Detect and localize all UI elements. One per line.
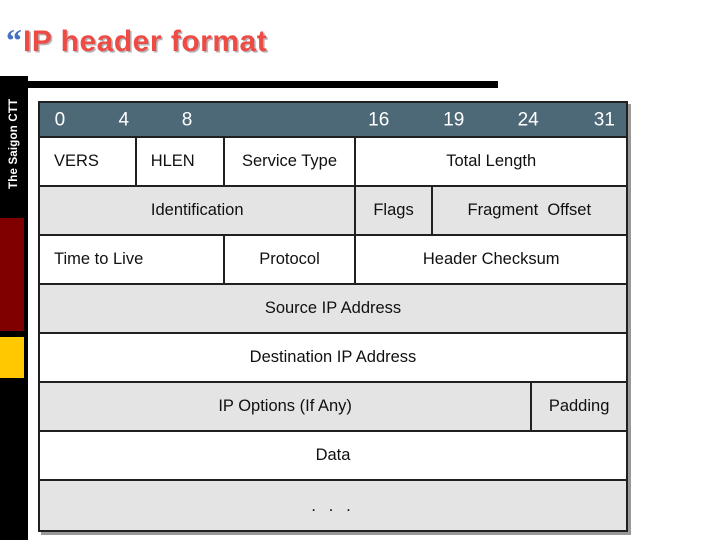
field-cell: VERS — [40, 138, 137, 185]
ip-header-diagram: 0 4 8 16 19 24 31 VERS HLEN Service Type Total Le… — [38, 101, 628, 532]
slide-title-row: “ IP header format — [6, 24, 267, 68]
sidebar-accent-block-red — [0, 218, 24, 331]
bit-tick-16: 16 — [368, 109, 390, 130]
header-row: . . . — [40, 481, 626, 530]
field-cell: Identification — [40, 187, 357, 234]
header-row: VERS HLEN Service Type Total Length — [40, 138, 626, 187]
field-cell: Source IP Address — [264, 299, 402, 317]
bit-tick-24: 24 — [517, 109, 539, 130]
bit-position-ruler: 0 4 8 16 19 24 31 — [40, 103, 626, 138]
field-cell: Fragment Offset — [467, 201, 592, 219]
slide-sidebar: The Saigon CTT — [0, 76, 28, 540]
field-cell: Flags — [356, 187, 433, 234]
field-cell: Time to Live — [40, 236, 225, 283]
header-row: Time to Live Protocol Header Checksum — [40, 236, 626, 285]
header-row: Identification Flags Fragment Offset — [40, 187, 626, 236]
title-underline-bar — [0, 81, 498, 88]
bit-tick-19: 19 — [443, 109, 465, 130]
bit-tick-4: 4 — [118, 109, 130, 130]
field-cell: Service Type — [225, 138, 357, 185]
field-cell: Total Length — [446, 152, 537, 170]
bit-tick-0: 0 — [54, 109, 66, 130]
field-cell: Protocol — [225, 236, 357, 283]
header-field-rows: VERS HLEN Service Type Total Length Identifi… — [40, 138, 626, 530]
field-cell: Header Checksum — [422, 250, 560, 268]
field-cell: . . . — [311, 495, 355, 515]
field-cell: Padding — [548, 397, 610, 415]
field-cell: IP Options (If Any) — [40, 383, 533, 430]
header-row: Destination IP Address — [40, 334, 626, 383]
field-cell: Destination IP Address — [249, 348, 417, 366]
bit-tick-31: 31 — [593, 109, 615, 130]
header-row: Data — [40, 432, 626, 481]
bit-tick-8: 8 — [181, 109, 193, 130]
page-title: IP header format — [23, 25, 268, 58]
sidebar-accent-block-gold — [0, 337, 24, 378]
header-row: Source IP Address — [40, 285, 626, 334]
field-cell: HLEN — [137, 138, 225, 185]
sidebar-brand-label: The Saigon CTT — [8, 98, 20, 190]
field-cell: Data — [315, 446, 351, 464]
header-row: IP Options (If Any) Padding — [40, 383, 626, 432]
quote-bullet-icon: “ — [6, 22, 22, 58]
